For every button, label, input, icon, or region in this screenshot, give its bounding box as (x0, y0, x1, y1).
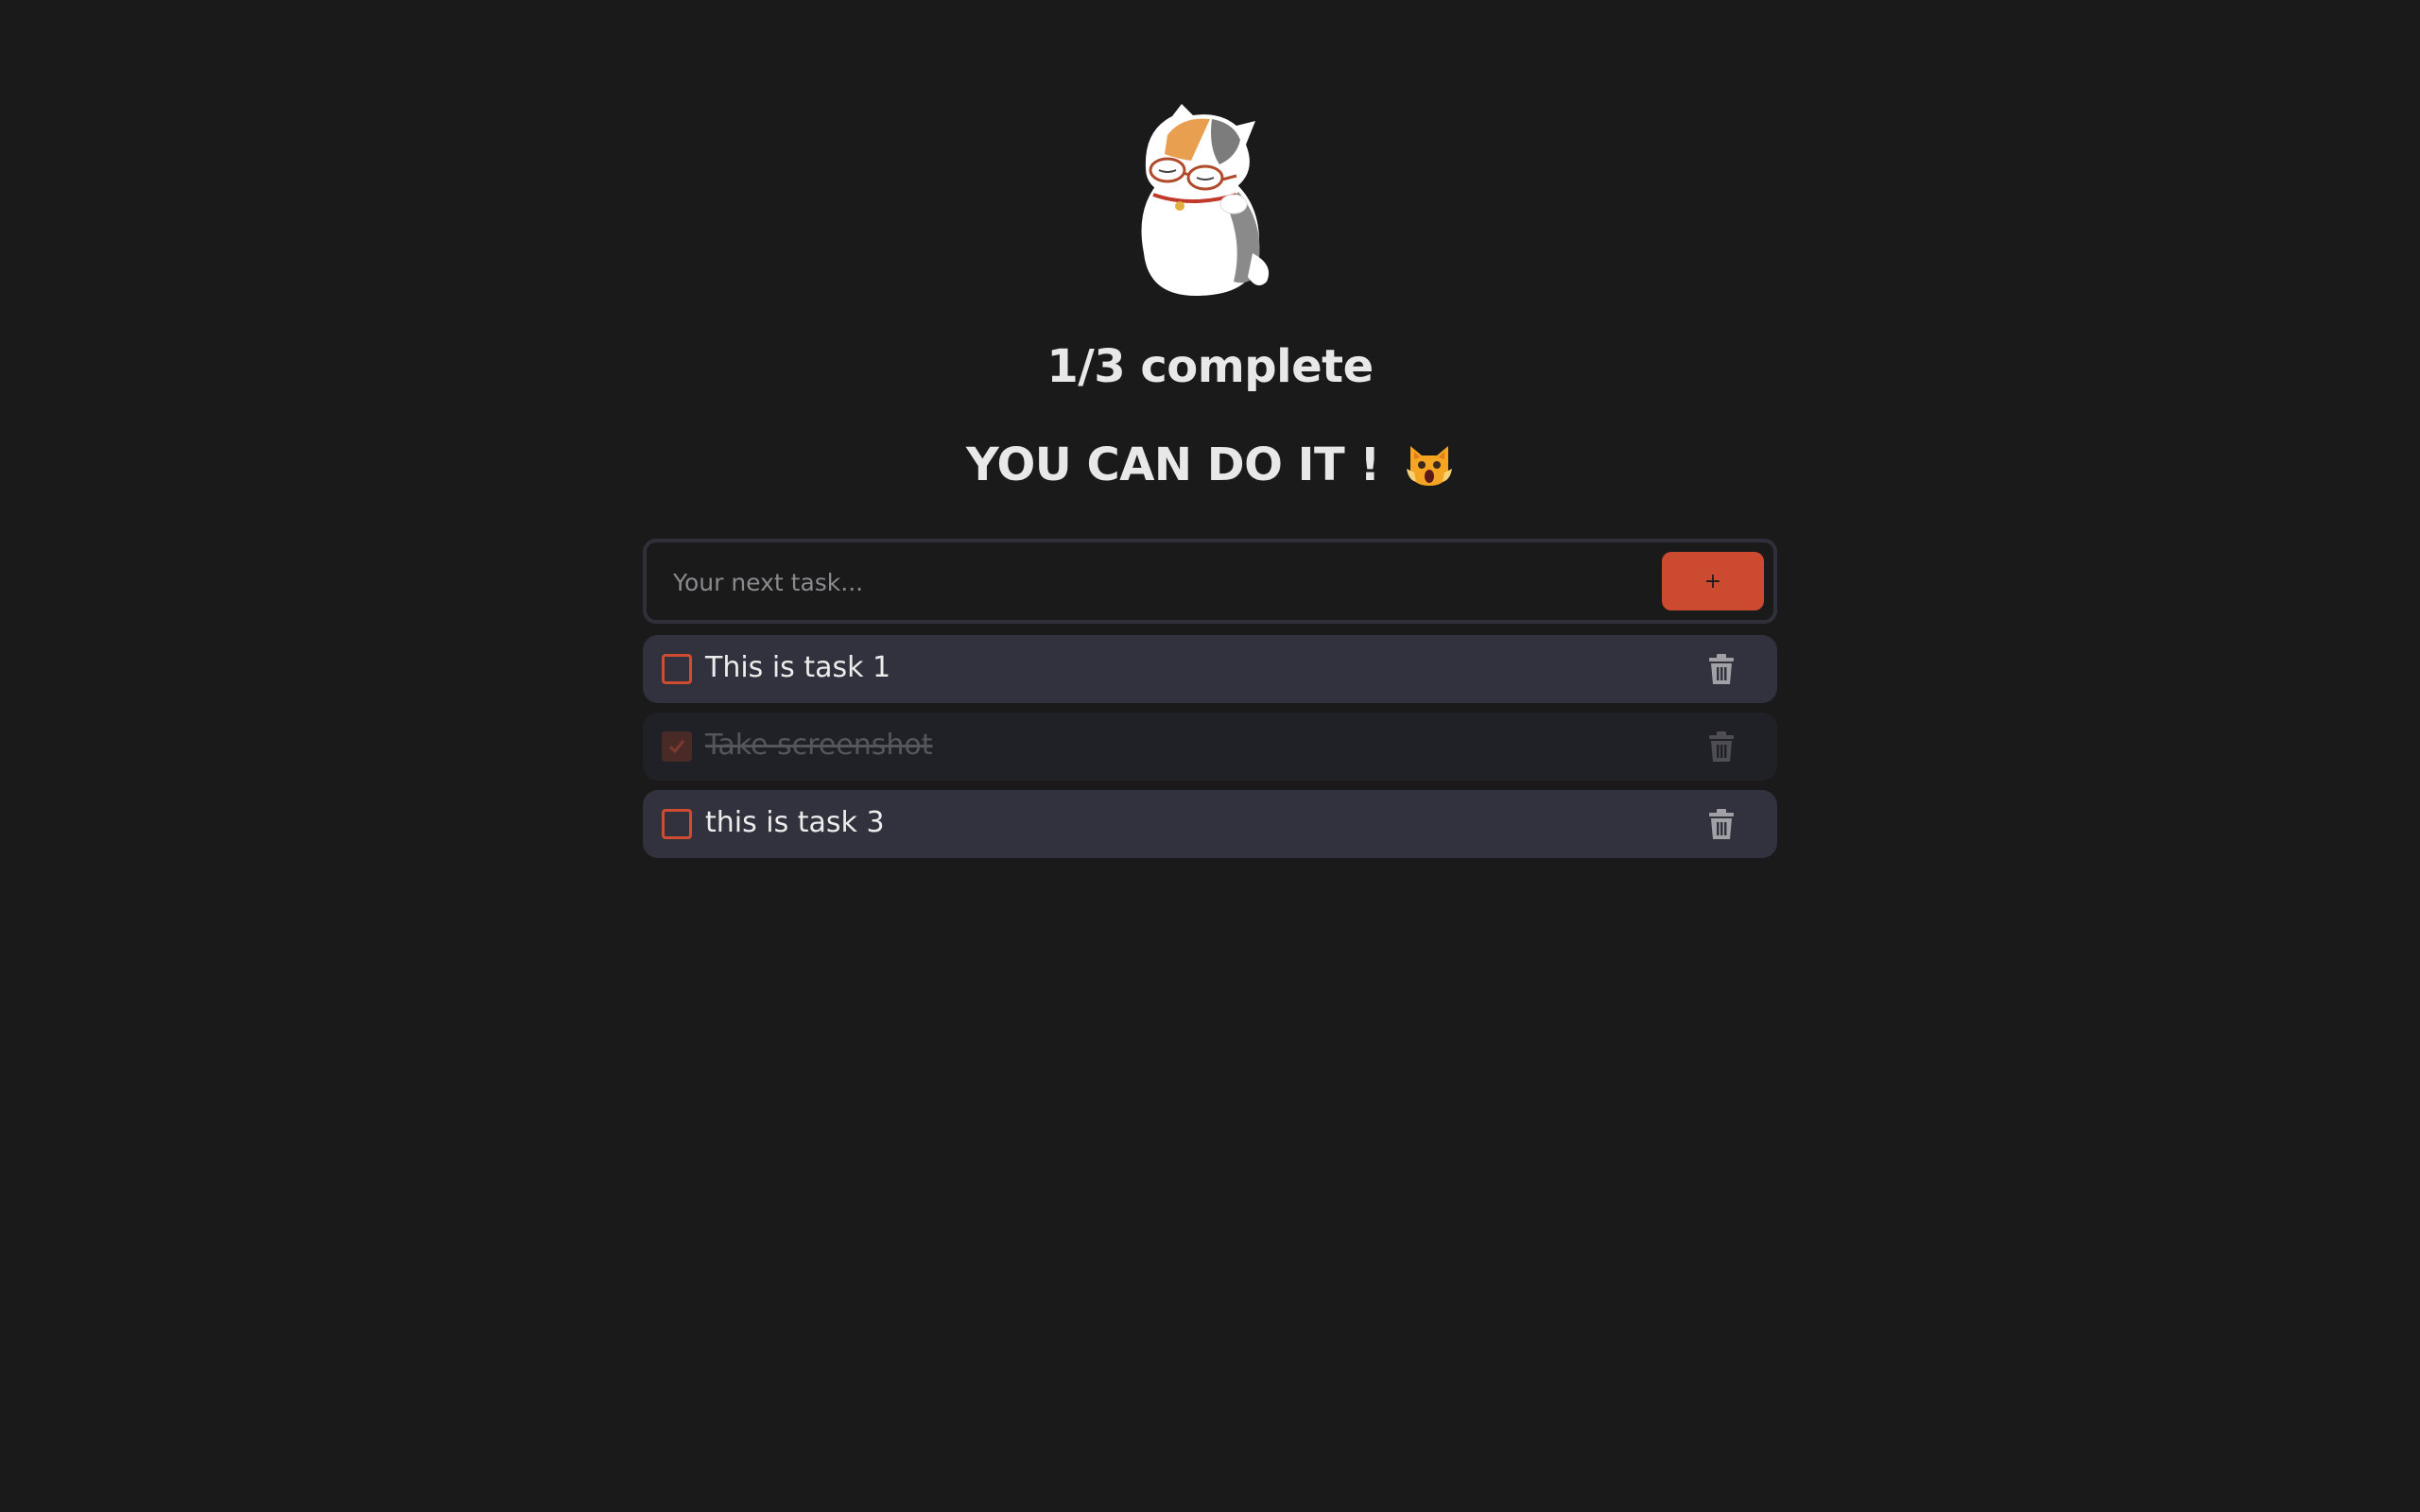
new-task-form: + (643, 539, 1777, 624)
todo-app: 1/3 complete YOU CAN DO IT ! + This is t… (0, 0, 2420, 1512)
add-task-button[interactable]: + (1662, 552, 1764, 610)
task-item: Take screenshot (643, 713, 1777, 781)
task-label: this is task 3 (705, 806, 885, 839)
trash-icon[interactable] (1707, 809, 1736, 839)
task-checkbox[interactable] (662, 731, 692, 762)
task-item: this is task 3 (643, 790, 1777, 858)
screaming-cat-emoji-icon (1407, 446, 1453, 486)
motivation-heading: YOU CAN DO IT ! (0, 438, 2420, 491)
trash-icon[interactable] (1707, 654, 1736, 684)
task-label: Take screenshot (705, 729, 933, 762)
task-checkbox[interactable] (662, 654, 692, 684)
motivation-text: YOU CAN DO IT ! (965, 438, 1380, 491)
checkmark-icon (668, 740, 685, 754)
task-item: This is task 1 (643, 635, 1777, 703)
new-task-input[interactable] (671, 558, 1620, 607)
task-label: This is task 1 (705, 651, 891, 684)
task-checkbox[interactable] (662, 809, 692, 839)
trash-icon[interactable] (1707, 731, 1736, 762)
progress-text: 1/3 complete (1046, 340, 1374, 393)
cat-mascot-icon (1141, 104, 1270, 296)
